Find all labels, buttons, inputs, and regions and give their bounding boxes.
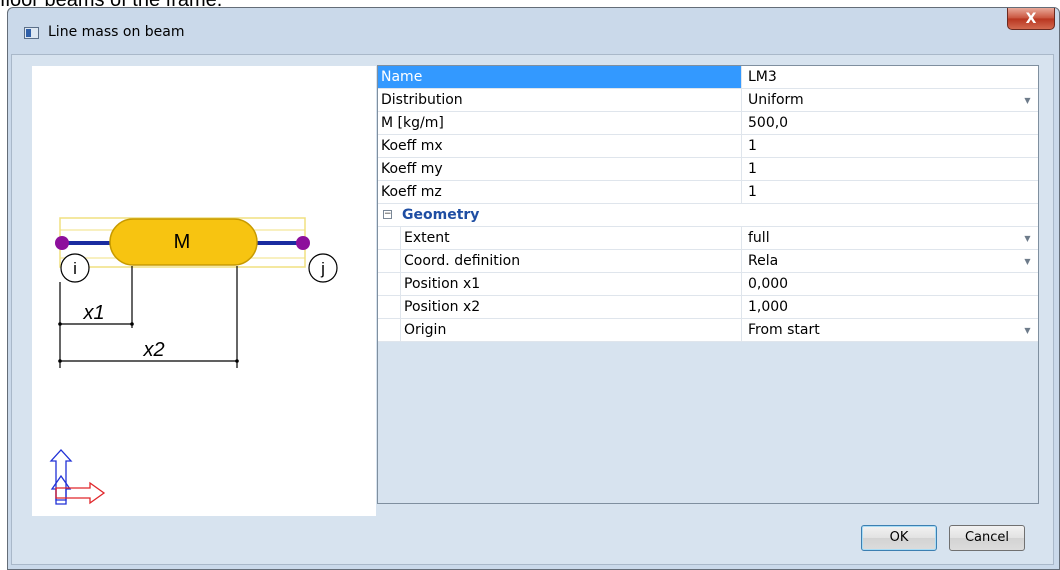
property-row-distribution[interactable]: Distribution Uniform ▼ [378, 89, 1038, 112]
dialog-window: Line mass on beam X M i j x1 x2 Name LM3… [7, 7, 1060, 570]
property-value-position-x1[interactable]: 0,000 [743, 273, 1038, 295]
chevron-down-icon[interactable]: ▼ [1020, 92, 1035, 108]
dimension-tick [130, 322, 134, 326]
property-label: Name [378, 66, 742, 88]
dimension-x1-label: x1 [82, 302, 104, 324]
chevron-down-icon[interactable]: ▼ [1020, 230, 1035, 246]
property-group-geometry[interactable]: − Geometry [378, 204, 1038, 227]
beam-preview-panel: M i j x1 x2 [32, 66, 376, 516]
property-label: Coord. definition [401, 250, 742, 272]
property-label: Koeff mx [378, 135, 742, 157]
property-row-koeff-mz[interactable]: Koeff mz 1 [378, 181, 1038, 204]
property-value-name[interactable]: LM3 [743, 66, 1038, 88]
property-value-coord-definition[interactable]: Rela [743, 250, 1038, 272]
cancel-button[interactable]: Cancel [949, 525, 1025, 551]
property-row-extent[interactable]: Extent full ▼ [378, 227, 1038, 250]
property-row-coord-definition[interactable]: Coord. definition Rela ▼ [378, 250, 1038, 273]
property-row-position-x1[interactable]: Position x1 0,000 [378, 273, 1038, 296]
property-value-distribution[interactable]: Uniform [743, 89, 1038, 111]
node-j-label: j [320, 259, 325, 278]
property-value-koeff-mz[interactable]: 1 [743, 181, 1038, 203]
property-row-mass[interactable]: M [kg/m] 500,0 [378, 112, 1038, 135]
property-row-name[interactable]: Name LM3 [378, 66, 1038, 89]
property-row-position-x2[interactable]: Position x2 1,000 [378, 296, 1038, 319]
mass-label: M [174, 231, 191, 253]
group-indent [378, 296, 401, 318]
property-value-extent[interactable]: full [743, 227, 1038, 249]
dialog-client-area: M i j x1 x2 Name LM3 Distribution Unifor… [11, 54, 1054, 565]
chevron-down-icon[interactable]: ▼ [1020, 253, 1035, 269]
property-label: Koeff my [378, 158, 742, 180]
property-row-origin[interactable]: Origin From start ▼ [378, 319, 1038, 342]
ok-button[interactable]: OK [861, 525, 937, 551]
property-value-koeff-my[interactable]: 1 [743, 158, 1038, 180]
group-indent [378, 319, 401, 341]
dimension-x2-label: x2 [142, 339, 164, 361]
property-label: Extent [401, 227, 742, 249]
property-value-origin[interactable]: From start [743, 319, 1038, 341]
dimension-tick [58, 359, 62, 363]
node-i-label: i [73, 259, 77, 278]
property-label: Position x2 [401, 296, 742, 318]
group-indent [378, 273, 401, 295]
properties-grid[interactable]: Name LM3 Distribution Uniform ▼ M [kg/m]… [377, 65, 1039, 504]
close-icon: X [1025, 10, 1037, 27]
chevron-down-icon[interactable]: ▼ [1020, 322, 1035, 338]
property-row-koeff-mx[interactable]: Koeff mx 1 [378, 135, 1038, 158]
group-label: Geometry [402, 207, 480, 223]
node-i-point [55, 236, 69, 250]
property-value-mass[interactable]: 500,0 [743, 112, 1038, 134]
close-button[interactable]: X [1007, 8, 1055, 30]
dimension-tick [58, 322, 62, 326]
window-app-icon [24, 27, 39, 39]
property-label: Origin [401, 319, 742, 341]
beam-diagram: M i j x1 x2 [49, 217, 338, 505]
property-value-koeff-mx[interactable]: 1 [743, 135, 1038, 157]
title-bar[interactable]: Line mass on beam X [8, 8, 1059, 54]
property-label: M [kg/m] [378, 112, 742, 134]
property-label: Distribution [378, 89, 742, 111]
property-value-position-x2[interactable]: 1,000 [743, 296, 1038, 318]
property-label: Koeff mz [378, 181, 742, 203]
group-indent [378, 250, 401, 272]
property-row-koeff-my[interactable]: Koeff my 1 [378, 158, 1038, 181]
window-title: Line mass on beam [48, 24, 185, 40]
node-j-point [296, 236, 310, 250]
group-indent [378, 227, 401, 249]
dimension-tick [235, 359, 239, 363]
coordinate-axes-icon [49, 449, 106, 505]
property-label: Position x1 [401, 273, 742, 295]
